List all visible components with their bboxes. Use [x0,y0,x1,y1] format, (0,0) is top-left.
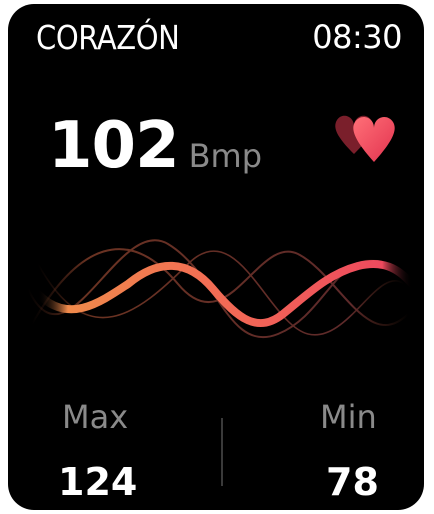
heart-rate-readout: 102 Bmp [48,106,262,186]
wave-main [34,260,416,328]
app-title: CORAZÓN [36,18,180,57]
stats-divider [221,418,223,486]
wave-faint-2 [31,248,409,326]
heart-rate-unit: Bmp [188,137,263,175]
max-value: 124 [58,460,138,504]
min-value: 78 [326,460,379,504]
min-label: Min [320,398,377,436]
heart-rate-value: 102 [48,109,180,183]
heart-rate-wave [27,239,416,338]
heart-rate-screen: CORAZÓN 08:30 102 Bmp Max 124 Min 78 [8,4,424,510]
stats-panel: Max 124 Min 78 [8,390,424,510]
status-bar: CORAZÓN 08:30 [36,18,402,66]
max-label: Max [62,398,129,436]
heart-icon [335,115,395,162]
clock: 08:30 [312,18,402,56]
